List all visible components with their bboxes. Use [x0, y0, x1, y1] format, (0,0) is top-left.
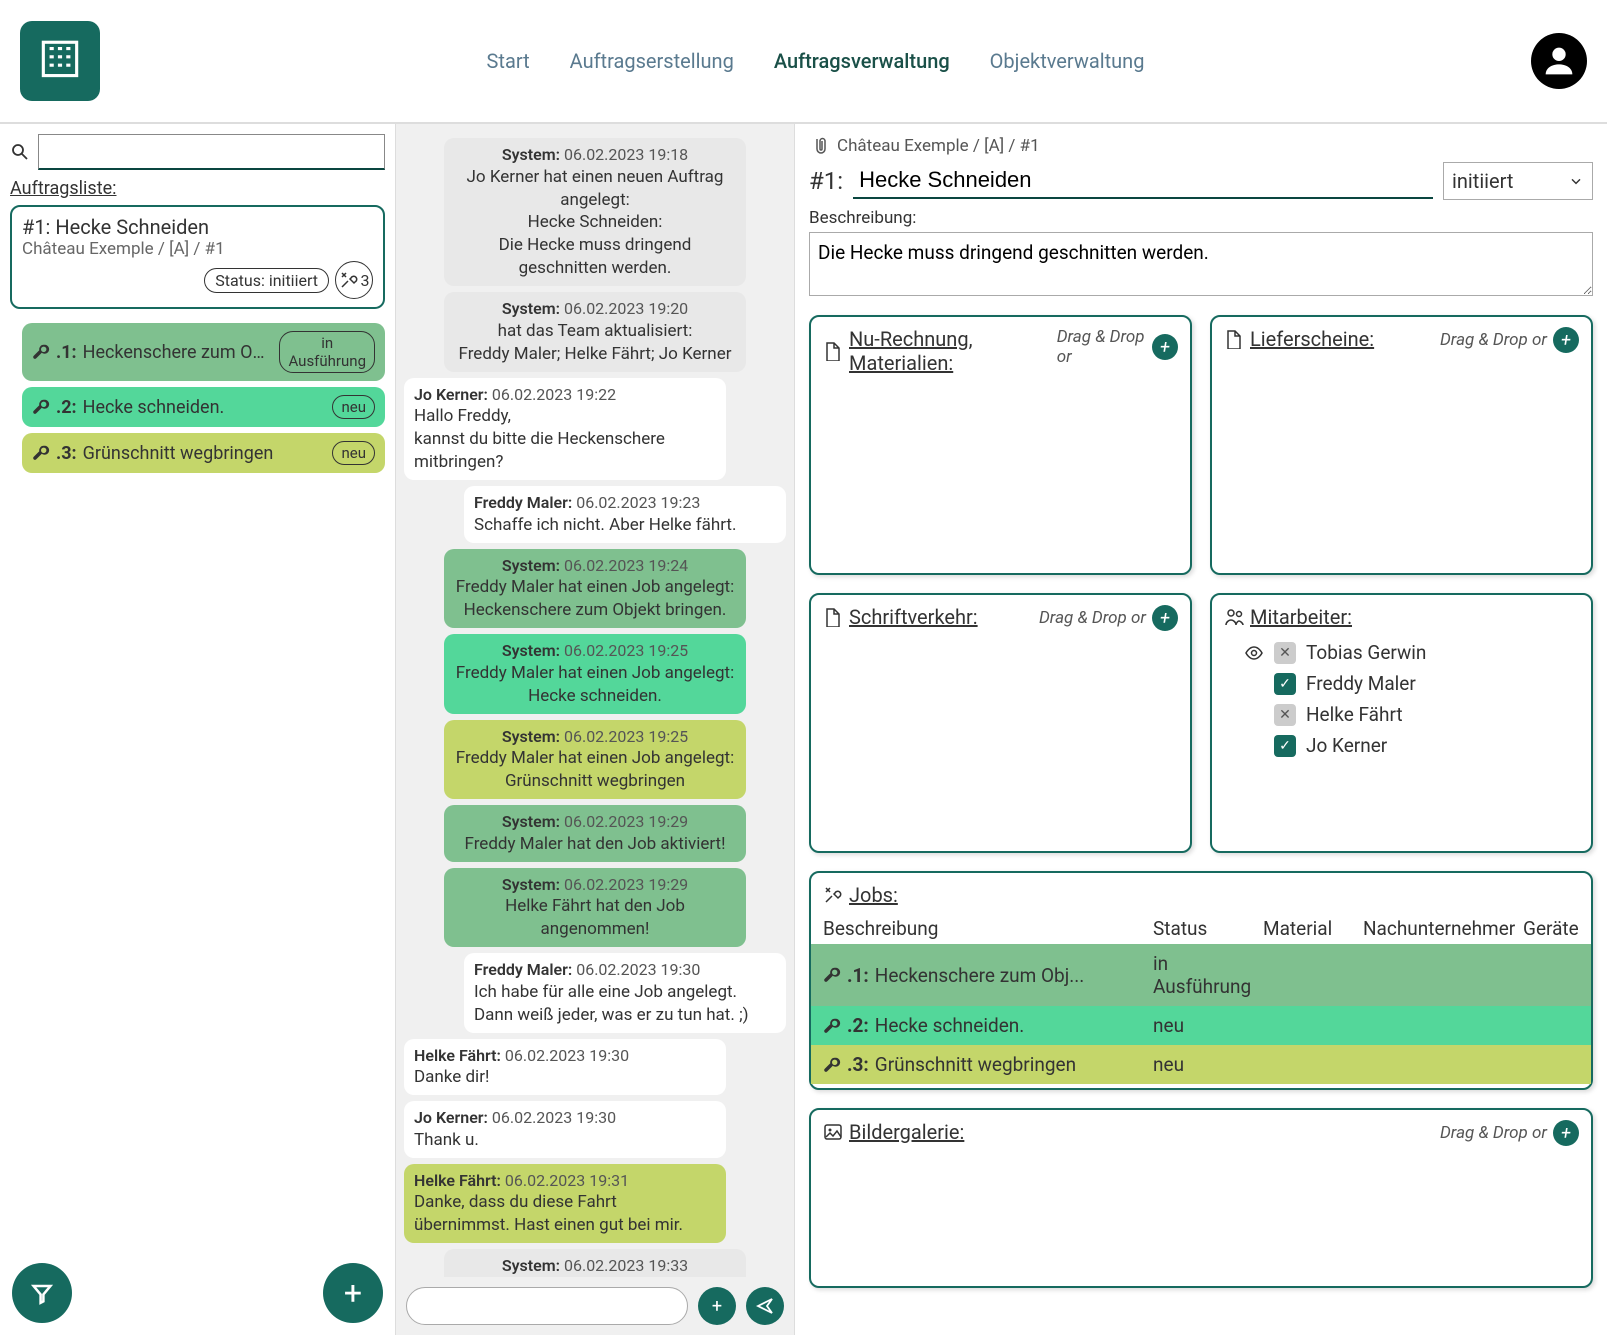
- building-icon: [35, 36, 85, 86]
- search-input[interactable]: [38, 134, 385, 170]
- chat-message: System: 06.02.2023 19:29Helke Fährt hat …: [444, 868, 746, 947]
- chat-message: Helke Fährt: 06.02.2023 19:31Danke, dass…: [404, 1164, 726, 1243]
- wrench-icon: [823, 1056, 841, 1074]
- jobs-row[interactable]: .2: Hecke schneiden. neu: [811, 1006, 1591, 1045]
- employee-checkbox[interactable]: ✓: [1274, 673, 1296, 695]
- nav-item-objektverwaltung[interactable]: Objektverwaltung: [990, 49, 1145, 73]
- chat-message: System: 06.02.2023 19:18Jo Kerner hat ei…: [444, 138, 746, 286]
- employee-name: Helke Fährt: [1306, 703, 1403, 726]
- add-order-button[interactable]: +: [323, 1263, 383, 1323]
- order-title-input[interactable]: [853, 163, 1433, 199]
- chat-column: System: 06.02.2023 19:18Jo Kerner hat ei…: [395, 124, 795, 1335]
- employee-row: ✓ Jo Kerner: [1224, 730, 1579, 761]
- chat-message: Jo Kerner: 06.02.2023 19:30Thank u.: [404, 1101, 726, 1158]
- add-nu-button[interactable]: +: [1152, 334, 1178, 360]
- nav-item-auftragserstellung[interactable]: Auftragserstellung: [570, 49, 734, 73]
- chevron-down-icon: [1568, 173, 1584, 189]
- chat-message: System: 06.02.2023 19:33Freddy Maler hat…: [444, 1249, 746, 1277]
- jobs-column-header: Nachunternehmer: [1363, 917, 1523, 940]
- wrench-icon: [823, 966, 841, 984]
- add-schrift-button[interactable]: +: [1152, 605, 1178, 631]
- breadcrumb: Château Exemple / [A] / #1: [809, 136, 1593, 156]
- panel-nu-rechnung: Nu-Rechnung, Materialien: Drag & Drop or…: [809, 315, 1192, 575]
- chat-input[interactable]: [406, 1287, 688, 1325]
- jobs-column-header: Status: [1153, 917, 1263, 940]
- jobs-column-header: Geräte: [1523, 917, 1607, 940]
- order-job-count: 3: [335, 261, 373, 299]
- avatar-icon: [1539, 41, 1579, 81]
- sidebar-job-item[interactable]: .2: Hecke schneiden. neu: [22, 387, 385, 427]
- chat-message: Freddy Maler: 06.02.2023 19:30Ich habe f…: [464, 953, 786, 1032]
- panel-bildergalerie: Bildergalerie: Drag & Drop or +: [809, 1108, 1593, 1288]
- paperclip-icon: [809, 136, 829, 156]
- panel-lieferscheine: Lieferscheine: Drag & Drop or +: [1210, 315, 1593, 575]
- send-icon: [755, 1296, 775, 1316]
- jobs-row[interactable]: .3: Grünschnitt wegbringen neu: [811, 1045, 1591, 1084]
- nav-item-start[interactable]: Start: [487, 49, 530, 73]
- document-icon: [823, 341, 843, 361]
- wrench-icon: [32, 343, 50, 361]
- app-header: Start Auftragserstellung Auftragsverwaltun…: [0, 0, 1607, 124]
- employee-name: Freddy Maler: [1306, 672, 1416, 695]
- chat-message: Jo Kerner: 06.02.2023 19:22Hallo Freddy,…: [404, 378, 726, 480]
- panel-mitarbeiter: Mitarbeiter: ✕Tobias Gerwin✓Freddy Maler…: [1210, 593, 1593, 853]
- people-icon: [1224, 607, 1244, 627]
- panel-schriftverkehr: Schriftverkehr: Drag & Drop or +: [809, 593, 1192, 853]
- wrench-icon: [823, 1017, 841, 1035]
- search-icon[interactable]: [10, 142, 30, 162]
- order-id-label: #1:: [809, 167, 843, 195]
- order-title: #1: Hecke Schneiden: [22, 215, 373, 239]
- sidebar: Auftragsliste: #1: Hecke Schneiden Châte…: [0, 124, 395, 1335]
- document-icon: [1224, 329, 1244, 349]
- sidebar-job-item[interactable]: .3: Grünschnitt wegbringen neu: [22, 433, 385, 473]
- details-panel: Château Exemple / [A] / #1 #1: initiiert…: [795, 124, 1607, 1335]
- app-logo[interactable]: [20, 21, 100, 101]
- wrench-icon: [32, 444, 50, 462]
- jobs-row[interactable]: .1: Heckenschere zum Obj... in Ausführun…: [811, 944, 1591, 1006]
- wrench-icon: [32, 398, 50, 416]
- add-image-button[interactable]: +: [1553, 1120, 1579, 1146]
- nav-item-auftragsverwaltung[interactable]: Auftragsverwaltung: [774, 49, 950, 73]
- description-label: Beschreibung:: [809, 208, 1593, 228]
- user-avatar[interactable]: [1531, 33, 1587, 89]
- chat-message: Helke Fährt: 06.02.2023 19:30Danke dir!: [404, 1039, 726, 1096]
- chat-message: Freddy Maler: 06.02.2023 19:23Schaffe ic…: [464, 486, 786, 543]
- employee-checkbox[interactable]: ✕: [1274, 704, 1296, 726]
- eye-icon: [1244, 643, 1264, 663]
- employee-row: ✓ Freddy Maler: [1224, 668, 1579, 699]
- employee-row: ✕ Tobias Gerwin: [1224, 637, 1579, 668]
- filter-button[interactable]: [12, 1263, 72, 1323]
- employee-name: Jo Kerner: [1306, 734, 1387, 757]
- order-card[interactable]: #1: Hecke Schneiden Château Exemple / [A…: [10, 205, 385, 309]
- jobs-column-header: Beschreibung: [823, 917, 1153, 940]
- description-textarea[interactable]: [809, 232, 1593, 296]
- sidebar-job-item[interactable]: .1: Heckenschere zum Obj... inAusführung: [22, 323, 385, 381]
- image-icon: [823, 1122, 843, 1142]
- order-subtitle: Château Exemple / [A] / #1: [22, 239, 373, 259]
- employee-name: Tobias Gerwin: [1306, 641, 1426, 664]
- status-select[interactable]: initiiert: [1443, 162, 1593, 200]
- employee-row: ✕ Helke Fährt: [1224, 699, 1579, 730]
- filter-icon: [28, 1279, 56, 1307]
- add-liefer-button[interactable]: +: [1553, 327, 1579, 353]
- chat-send-button[interactable]: [746, 1287, 784, 1325]
- tools-icon: [339, 270, 359, 290]
- orders-section-title: Auftragsliste:: [10, 178, 385, 199]
- employee-checkbox[interactable]: ✓: [1274, 735, 1296, 757]
- jobs-column-header: Material: [1263, 917, 1363, 940]
- tools-icon: [823, 885, 843, 905]
- chat-attach-button[interactable]: +: [698, 1287, 736, 1325]
- chat-message: System: 06.02.2023 19:25Freddy Maler hat…: [444, 634, 746, 713]
- chat-message: System: 06.02.2023 19:29Freddy Maler hat…: [444, 805, 746, 862]
- document-icon: [823, 607, 843, 627]
- chat-message: System: 06.02.2023 19:25Freddy Maler hat…: [444, 720, 746, 799]
- order-status-pill: Status: initiiert: [204, 268, 329, 293]
- chat-scroll[interactable]: System: 06.02.2023 19:18Jo Kerner hat ei…: [396, 124, 794, 1277]
- chat-message: System: 06.02.2023 19:24Freddy Maler hat…: [444, 549, 746, 628]
- panel-jobs: Jobs: BeschreibungStatusMaterialNachunte…: [809, 871, 1593, 1090]
- chat-message: System: 06.02.2023 19:20hat das Team akt…: [444, 292, 746, 371]
- employee-checkbox[interactable]: ✕: [1274, 642, 1296, 664]
- main-nav: Start Auftragserstellung Auftragsverwaltun…: [487, 49, 1145, 73]
